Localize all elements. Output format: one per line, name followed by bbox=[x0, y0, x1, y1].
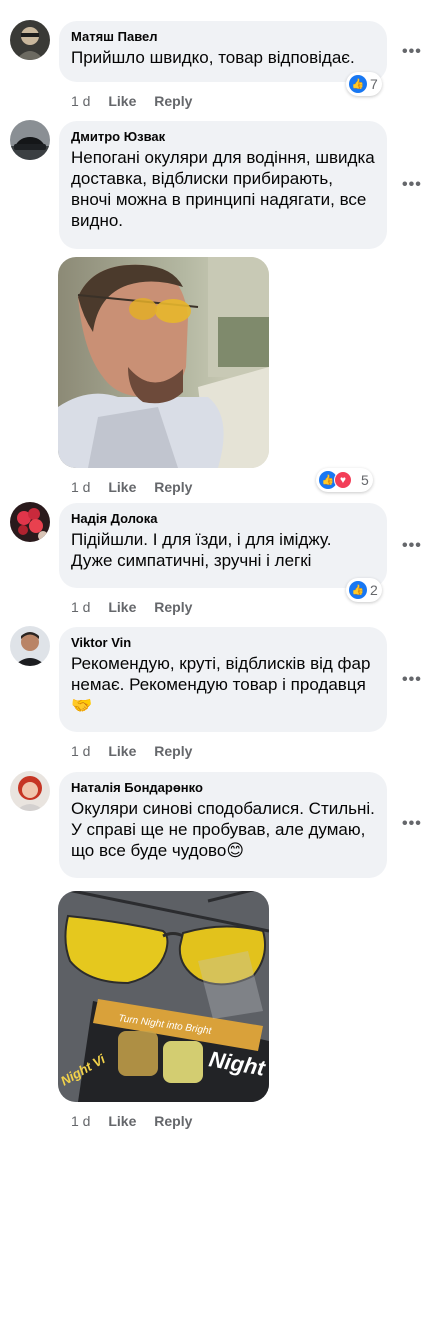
more-options-icon[interactable]: ••• bbox=[402, 672, 424, 688]
comment-photo[interactable]: Turn Night into Bright Night Night Vi bbox=[58, 891, 269, 1102]
reply-button[interactable]: Reply bbox=[154, 1113, 192, 1129]
reaction-summary[interactable]: 👍 ♥ 5 bbox=[316, 468, 373, 492]
like-button[interactable]: Like bbox=[108, 479, 136, 495]
comment-actions: 1 d Like Reply bbox=[71, 92, 206, 110]
avatar-man-icon bbox=[10, 626, 50, 666]
comment-text: Підійшли. І для їзди, і для іміджу. Дуже… bbox=[71, 530, 332, 570]
love-reaction-icon: ♥ bbox=[334, 471, 352, 489]
more-options-icon[interactable]: ••• bbox=[402, 538, 424, 554]
timestamp[interactable]: 1 d bbox=[71, 599, 90, 615]
like-reaction-icon: 👍 bbox=[349, 75, 367, 93]
like-button[interactable]: Like bbox=[108, 743, 136, 759]
comment-text: Окуляри синові сподобалися. Стильні. У с… bbox=[71, 799, 375, 860]
comment-photo[interactable] bbox=[58, 257, 269, 468]
commenter-name[interactable]: Дмитро Юзвак bbox=[71, 129, 375, 145]
like-button[interactable]: Like bbox=[108, 1113, 136, 1129]
reaction-count: 7 bbox=[370, 76, 378, 92]
comment-bubble: Дмитро Юзвак Непогані окуляри для водінн… bbox=[59, 121, 387, 249]
man-with-yellow-glasses-photo-icon bbox=[58, 257, 269, 468]
comment-bubble: Надія Долока Підійшли. І для їзди, і для… bbox=[59, 503, 387, 588]
avatar[interactable] bbox=[10, 626, 50, 666]
reply-button[interactable]: Reply bbox=[154, 93, 192, 109]
avatar-image-icon bbox=[10, 20, 50, 60]
comment-actions: 1 d Like Reply bbox=[71, 478, 206, 496]
comment-actions: 1 d Like Reply bbox=[71, 1112, 206, 1130]
comment-actions: 1 d Like Reply bbox=[71, 598, 206, 616]
reaction-summary[interactable]: 👍 7 bbox=[346, 72, 382, 96]
commenter-name[interactable]: Матяш Павел bbox=[71, 29, 375, 45]
comment-bubble: Наталія Бондарөнко Окуляри синові сподоб… bbox=[59, 772, 387, 878]
commenter-name[interactable]: Viktor Vin bbox=[71, 635, 375, 651]
comment-bubble: Матяш Павел Прийшло швидко, товар відпов… bbox=[59, 21, 387, 82]
avatar[interactable] bbox=[10, 120, 50, 160]
avatar[interactable] bbox=[10, 771, 50, 811]
comment-text: Прийшло швидко, товар відповідає. bbox=[71, 48, 355, 67]
timestamp[interactable]: 1 d bbox=[71, 93, 90, 109]
comment-actions: 1 d Like Reply bbox=[71, 742, 206, 760]
more-options-icon[interactable]: ••• bbox=[402, 816, 424, 832]
timestamp[interactable]: 1 d bbox=[71, 479, 90, 495]
commenter-name[interactable]: Надія Долока bbox=[71, 511, 375, 527]
more-options-icon[interactable]: ••• bbox=[402, 177, 424, 193]
comment-text: Рекомендую, круті, відблисків від фар не… bbox=[71, 654, 371, 715]
comment-text: Непогані окуляри для водіння, швидка дос… bbox=[71, 148, 375, 230]
reply-button[interactable]: Reply bbox=[154, 479, 192, 495]
avatar-car-icon bbox=[10, 120, 50, 160]
avatar-woman-icon bbox=[10, 771, 50, 811]
more-options-icon[interactable]: ••• bbox=[402, 44, 424, 60]
reaction-count: 5 bbox=[361, 472, 369, 488]
like-reaction-icon: 👍 bbox=[349, 581, 367, 599]
like-button[interactable]: Like bbox=[108, 599, 136, 615]
comment-bubble: Viktor Vin Рекомендую, круті, відблисків… bbox=[59, 627, 387, 732]
yellow-night-glasses-photo-icon: Turn Night into Bright Night Night Vi bbox=[58, 891, 269, 1102]
timestamp[interactable]: 1 d bbox=[71, 743, 90, 759]
avatar[interactable] bbox=[10, 20, 50, 60]
reaction-summary[interactable]: 👍 2 bbox=[346, 578, 382, 602]
reaction-count: 2 bbox=[370, 582, 378, 598]
reply-button[interactable]: Reply bbox=[154, 599, 192, 615]
avatar-flowers-icon bbox=[10, 502, 50, 542]
commenter-name[interactable]: Наталія Бондарөнко bbox=[71, 780, 375, 796]
reply-button[interactable]: Reply bbox=[154, 743, 192, 759]
timestamp[interactable]: 1 d bbox=[71, 1113, 90, 1129]
like-button[interactable]: Like bbox=[108, 93, 136, 109]
avatar[interactable] bbox=[10, 502, 50, 542]
